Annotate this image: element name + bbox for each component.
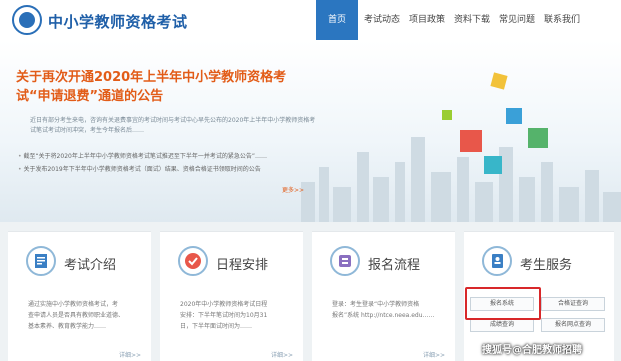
card-more-link[interactable]: 详细>>	[119, 350, 141, 359]
card-title[interactable]: 考生服务	[520, 254, 572, 273]
nav-item-policy[interactable]: 项目政策	[406, 0, 448, 40]
card-description: 2020年中小学教师资格考试日程 安排：下半年笔试时间为10月31 日，下半年面试时…	[180, 301, 268, 330]
site-title[interactable]: 中小学教师资格考试	[48, 11, 188, 32]
card-title[interactable]: 报名流程	[368, 254, 420, 273]
top-header: 中小学教师资格考试 首页 考试动态 项目政策 资料下载 常见问题 联系我们	[0, 0, 621, 42]
registration-site-query-button[interactable]: 报名网点查询	[541, 318, 605, 332]
watermark-text: 搜狐号@合肥教师招聘	[482, 345, 582, 356]
card-exam-intro: 考试介绍 通过实施中小学教师资格考试，考 查申请人员是否具有教师职业道德、 基本素养…	[8, 231, 151, 361]
contact-book-icon	[482, 246, 512, 276]
certificate-query-button[interactable]: 合格证查询	[541, 297, 605, 311]
score-query-button[interactable]: 成绩查询	[470, 318, 534, 332]
main-nav: 首页 考试动态 项目政策 资料下载 常见问题 联系我们	[316, 0, 586, 42]
announcement-summary: 近日有部分考生来电，咨询有关退费事宜的考试时间与考试中心早先公布的2020年上半…	[30, 117, 316, 134]
card-more-link[interactable]: 详细>>	[423, 350, 445, 359]
card-more-link[interactable]: 详细>>	[271, 350, 293, 359]
card-registration-process: 报名流程 登录：考生登录“中小学教师资格 报名”系统 http://ntce.ne…	[312, 231, 455, 361]
checkmark-icon	[178, 246, 208, 276]
card-schedule: 日程安排 2020年中小学教师资格考试日程 安排：下半年笔试时间为10月31 日，下…	[160, 231, 303, 361]
card-description: 通过实施中小学教师资格考试，考 查申请人员是否具有教师职业道德、 基本素养、教育教学…	[28, 301, 125, 330]
nav-item-contact[interactable]: 联系我们	[541, 0, 583, 40]
more-announcements-link[interactable]: 更多>>	[282, 185, 304, 194]
hero-banner: 关于再次开通2020年上半年中小学教师资格考 试“申请退费”通道的公告 近日有部…	[0, 40, 621, 222]
floating-cubes-illustration	[442, 72, 548, 174]
announcement-list-item[interactable]: 关于发布2019年下半年中小学教师资格考试（面试）结果、资格合格证书领取时间的公…	[18, 163, 318, 176]
card-description: 登录：考生登录“中小学教师资格 报名”系统 http://ntce.neea.ed…	[332, 301, 435, 319]
announcement-list: 截至“关于将2020年上半年中小学教师资格考试笔试推迟至下半年一并考试的紧急公告…	[18, 150, 318, 176]
nav-item-exam-news[interactable]: 考试动态	[361, 0, 403, 40]
nav-item-faq[interactable]: 常见问题	[496, 0, 538, 40]
nav-item-home[interactable]: 首页	[316, 0, 358, 42]
nav-item-downloads[interactable]: 资料下载	[451, 0, 493, 40]
announcement-title[interactable]: 关于再次开通2020年上半年中小学教师资格考 试“申请退费”通道的公告	[16, 68, 316, 106]
flow-icon	[330, 246, 360, 276]
site-logo-icon[interactable]	[12, 5, 42, 35]
highlight-box	[465, 287, 541, 320]
card-title[interactable]: 考试介绍	[64, 254, 116, 273]
announcement-list-item[interactable]: 截至“关于将2020年上半年中小学教师资格考试笔试推迟至下半年一并考试的紧急公告…	[18, 150, 318, 163]
card-title[interactable]: 日程安排	[216, 254, 268, 273]
document-icon	[26, 246, 56, 276]
